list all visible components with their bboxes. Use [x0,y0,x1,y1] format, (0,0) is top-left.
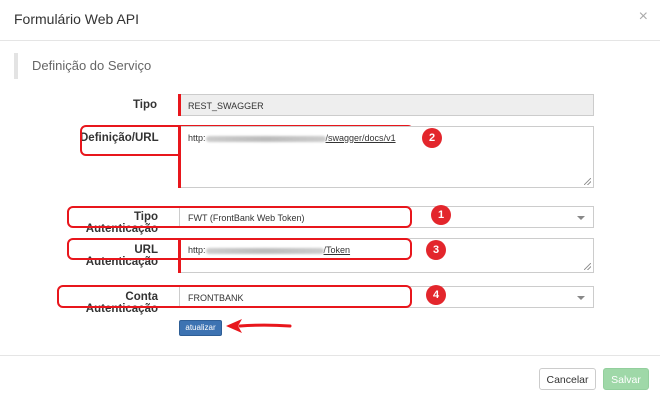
definicao-url-value: http: /swagger/docs/v1 [188,133,396,143]
annotation-badge-2: 2 [422,128,442,148]
resize-handle-icon[interactable] [584,263,591,270]
cancel-button[interactable]: Cancelar [539,368,596,390]
definicao-url-textarea[interactable]: http: /swagger/docs/v1 [179,126,594,188]
tipo-value: REST_SWAGGER [188,101,264,111]
annotation-badge-1: 1 [431,205,451,225]
arrow-left-icon [226,319,292,333]
annotation-badge-4: 4 [426,285,446,305]
annotation-box-4 [57,285,412,308]
definicao-url-prefix: http: [188,133,206,143]
definicao-url-path-3: /v1 [383,133,396,143]
definicao-url-path-2: /docs [362,133,384,143]
annotation-box-3 [67,238,412,260]
tipo-label: Tipo [132,99,157,111]
save-button[interactable]: Salvar [603,368,649,390]
atualizar-button[interactable]: atualizar [179,320,222,336]
annotation-bar [178,94,181,116]
annotation-badge-3: 3 [426,240,446,260]
close-icon[interactable]: × [639,8,648,26]
chevron-down-icon [577,296,585,300]
resize-handle-icon[interactable] [584,178,591,185]
tipo-field: REST_SWAGGER [179,94,594,116]
annotation-bar [178,238,181,273]
section-header: Definição do Serviço [14,53,151,79]
modal-header: Formulário Web API × [0,0,660,41]
section-title: Definição do Serviço [32,58,152,73]
modal-footer-divider [0,355,660,356]
annotation-box-1 [67,206,412,228]
redacted-host [205,135,326,142]
chevron-down-icon [577,216,585,220]
modal-title: Formulário Web API [14,11,140,27]
annotation-bar [178,126,181,188]
definicao-url-path-1: /swagger [325,133,363,143]
